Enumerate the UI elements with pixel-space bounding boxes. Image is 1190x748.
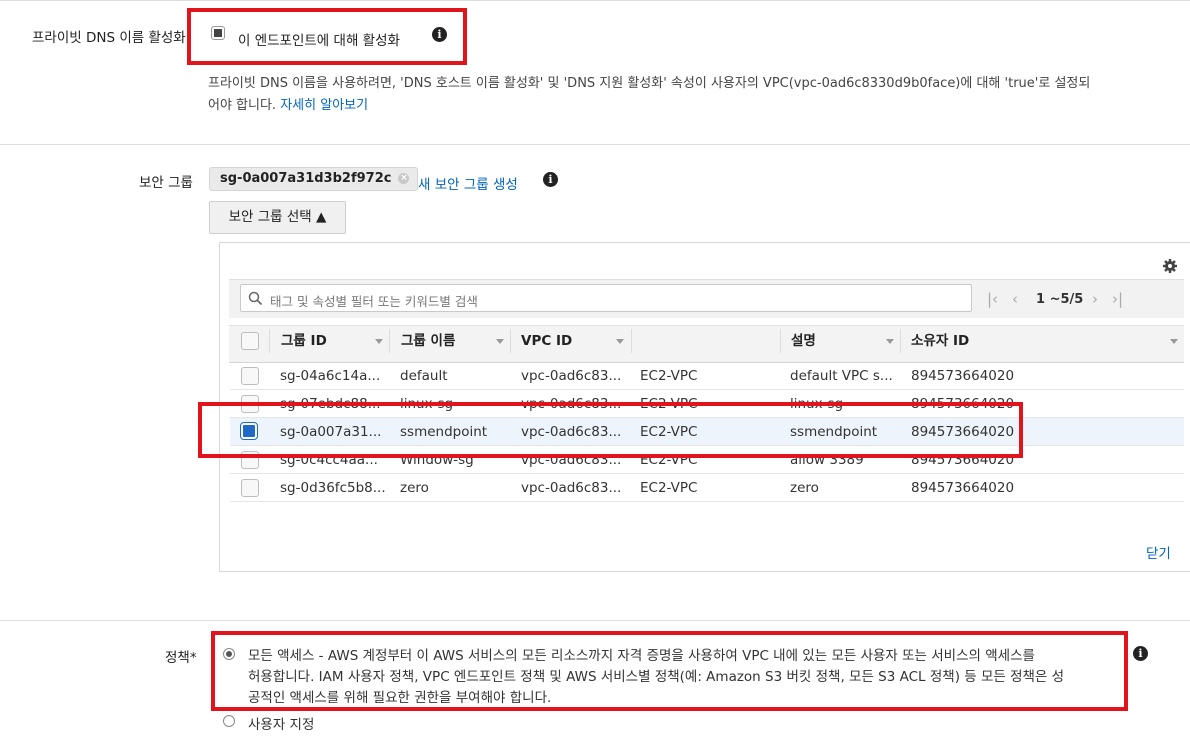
cell-group-name: default <box>400 368 448 384</box>
column-header-group-id[interactable]: 그룹 ID <box>281 330 327 352</box>
cell-group-id: sg-04a6c14a... <box>280 368 381 384</box>
search-placeholder: 태그 및 속성별 필터 또는 키워드별 검색 <box>270 294 478 309</box>
cell-vpc-id: vpc-0ad6c83... <box>521 368 622 384</box>
table-row[interactable]: sg-04a6c14a... default vpc-0ad6c83... EC… <box>230 362 1184 390</box>
column-divider <box>631 329 632 353</box>
security-group-token: sg-0a007a31d3b2f972c × <box>209 167 419 191</box>
table-header <box>229 325 1184 363</box>
column-divider <box>780 329 781 353</box>
policy-custom-radio[interactable] <box>223 715 235 727</box>
cell-group-id: sg-0d36fc5b8... <box>280 480 386 496</box>
section-divider-2 <box>0 620 1190 621</box>
column-divider <box>510 329 511 353</box>
gear-icon[interactable] <box>1162 258 1178 274</box>
highlight-box-selected-row <box>198 402 1023 458</box>
sort-caret-icon[interactable] <box>886 339 894 344</box>
search-input[interactable]: 태그 및 속성별 필터 또는 키워드별 검색 <box>240 284 972 312</box>
row-checkbox[interactable] <box>241 367 259 385</box>
create-security-group-link[interactable]: 새 보안 그룹 생성 <box>418 173 518 193</box>
column-header-vpc-id[interactable]: VPC ID <box>521 330 572 352</box>
info-icon[interactable]: i <box>1133 646 1148 661</box>
select-all-checkbox[interactable] <box>241 332 259 350</box>
top-divider <box>0 0 1190 1</box>
sort-caret-icon[interactable] <box>616 339 624 344</box>
sort-caret-icon[interactable] <box>496 339 504 344</box>
pagination-text: 1 ~5/5 <box>1036 292 1084 307</box>
private-dns-help-text-2: 어야 합니다. 자세히 알아보기 <box>208 94 368 113</box>
close-link[interactable]: 닫기 <box>1146 542 1171 562</box>
column-divider <box>389 329 390 353</box>
learn-more-link[interactable]: 자세히 알아보기 <box>280 98 368 113</box>
table-row[interactable]: sg-0d36fc5b8... zero vpc-0ad6c83... EC2-… <box>230 474 1184 502</box>
column-divider <box>269 329 270 353</box>
row-checkbox[interactable] <box>241 479 259 497</box>
cell-description: zero <box>790 480 819 496</box>
column-header-owner-id[interactable]: 소유자 ID <box>911 330 969 352</box>
token-text: sg-0a007a31d3b2f972c <box>220 171 392 186</box>
section-divider-1 <box>0 144 1190 145</box>
highlight-box-private-dns <box>187 8 467 65</box>
cell-description: default VPC s... <box>790 368 893 384</box>
cell-vpc-id: vpc-0ad6c83... <box>521 480 622 496</box>
column-divider <box>900 329 901 353</box>
private-dns-help-text: 프라이빗 DNS 이름을 사용하려면, 'DNS 호스트 이름 활성화' 및 '… <box>208 76 1091 91</box>
pager-last-icon[interactable]: ›| <box>1112 290 1123 308</box>
info-icon[interactable]: i <box>543 172 558 187</box>
security-group-label: 보안 그룹 <box>139 175 193 191</box>
sort-caret-icon[interactable] <box>375 339 383 344</box>
column-header-description[interactable]: 설명 <box>791 330 816 352</box>
policy-custom-label[interactable]: 사용자 지정 <box>248 713 314 733</box>
select-security-group-button[interactable]: 보안 그룹 선택 ▲ <box>209 201 346 234</box>
cell-owner-id: 894573664020 <box>911 368 1015 384</box>
cell-group-name: zero <box>400 480 429 496</box>
pager-prev-icon[interactable]: ‹ <box>1012 290 1018 308</box>
sort-caret-icon[interactable] <box>1170 339 1178 344</box>
pager-first-icon[interactable]: |‹ <box>987 290 998 308</box>
clear-token-icon[interactable]: × <box>398 173 410 184</box>
help-text-tail: 어야 합니다. <box>208 98 277 113</box>
column-header-group-name[interactable]: 그룹 이름 <box>401 330 455 352</box>
private-dns-label: 프라이빗 DNS 이름 활성화 <box>32 30 186 46</box>
cell-platform: EC2-VPC <box>640 368 698 384</box>
cell-platform: EC2-VPC <box>640 480 698 496</box>
cell-owner-id: 894573664020 <box>911 480 1015 496</box>
pager-next-icon[interactable]: › <box>1092 290 1098 308</box>
search-icon <box>248 291 263 306</box>
policy-label: 정책* <box>165 650 197 666</box>
highlight-box-policy <box>211 631 1128 711</box>
